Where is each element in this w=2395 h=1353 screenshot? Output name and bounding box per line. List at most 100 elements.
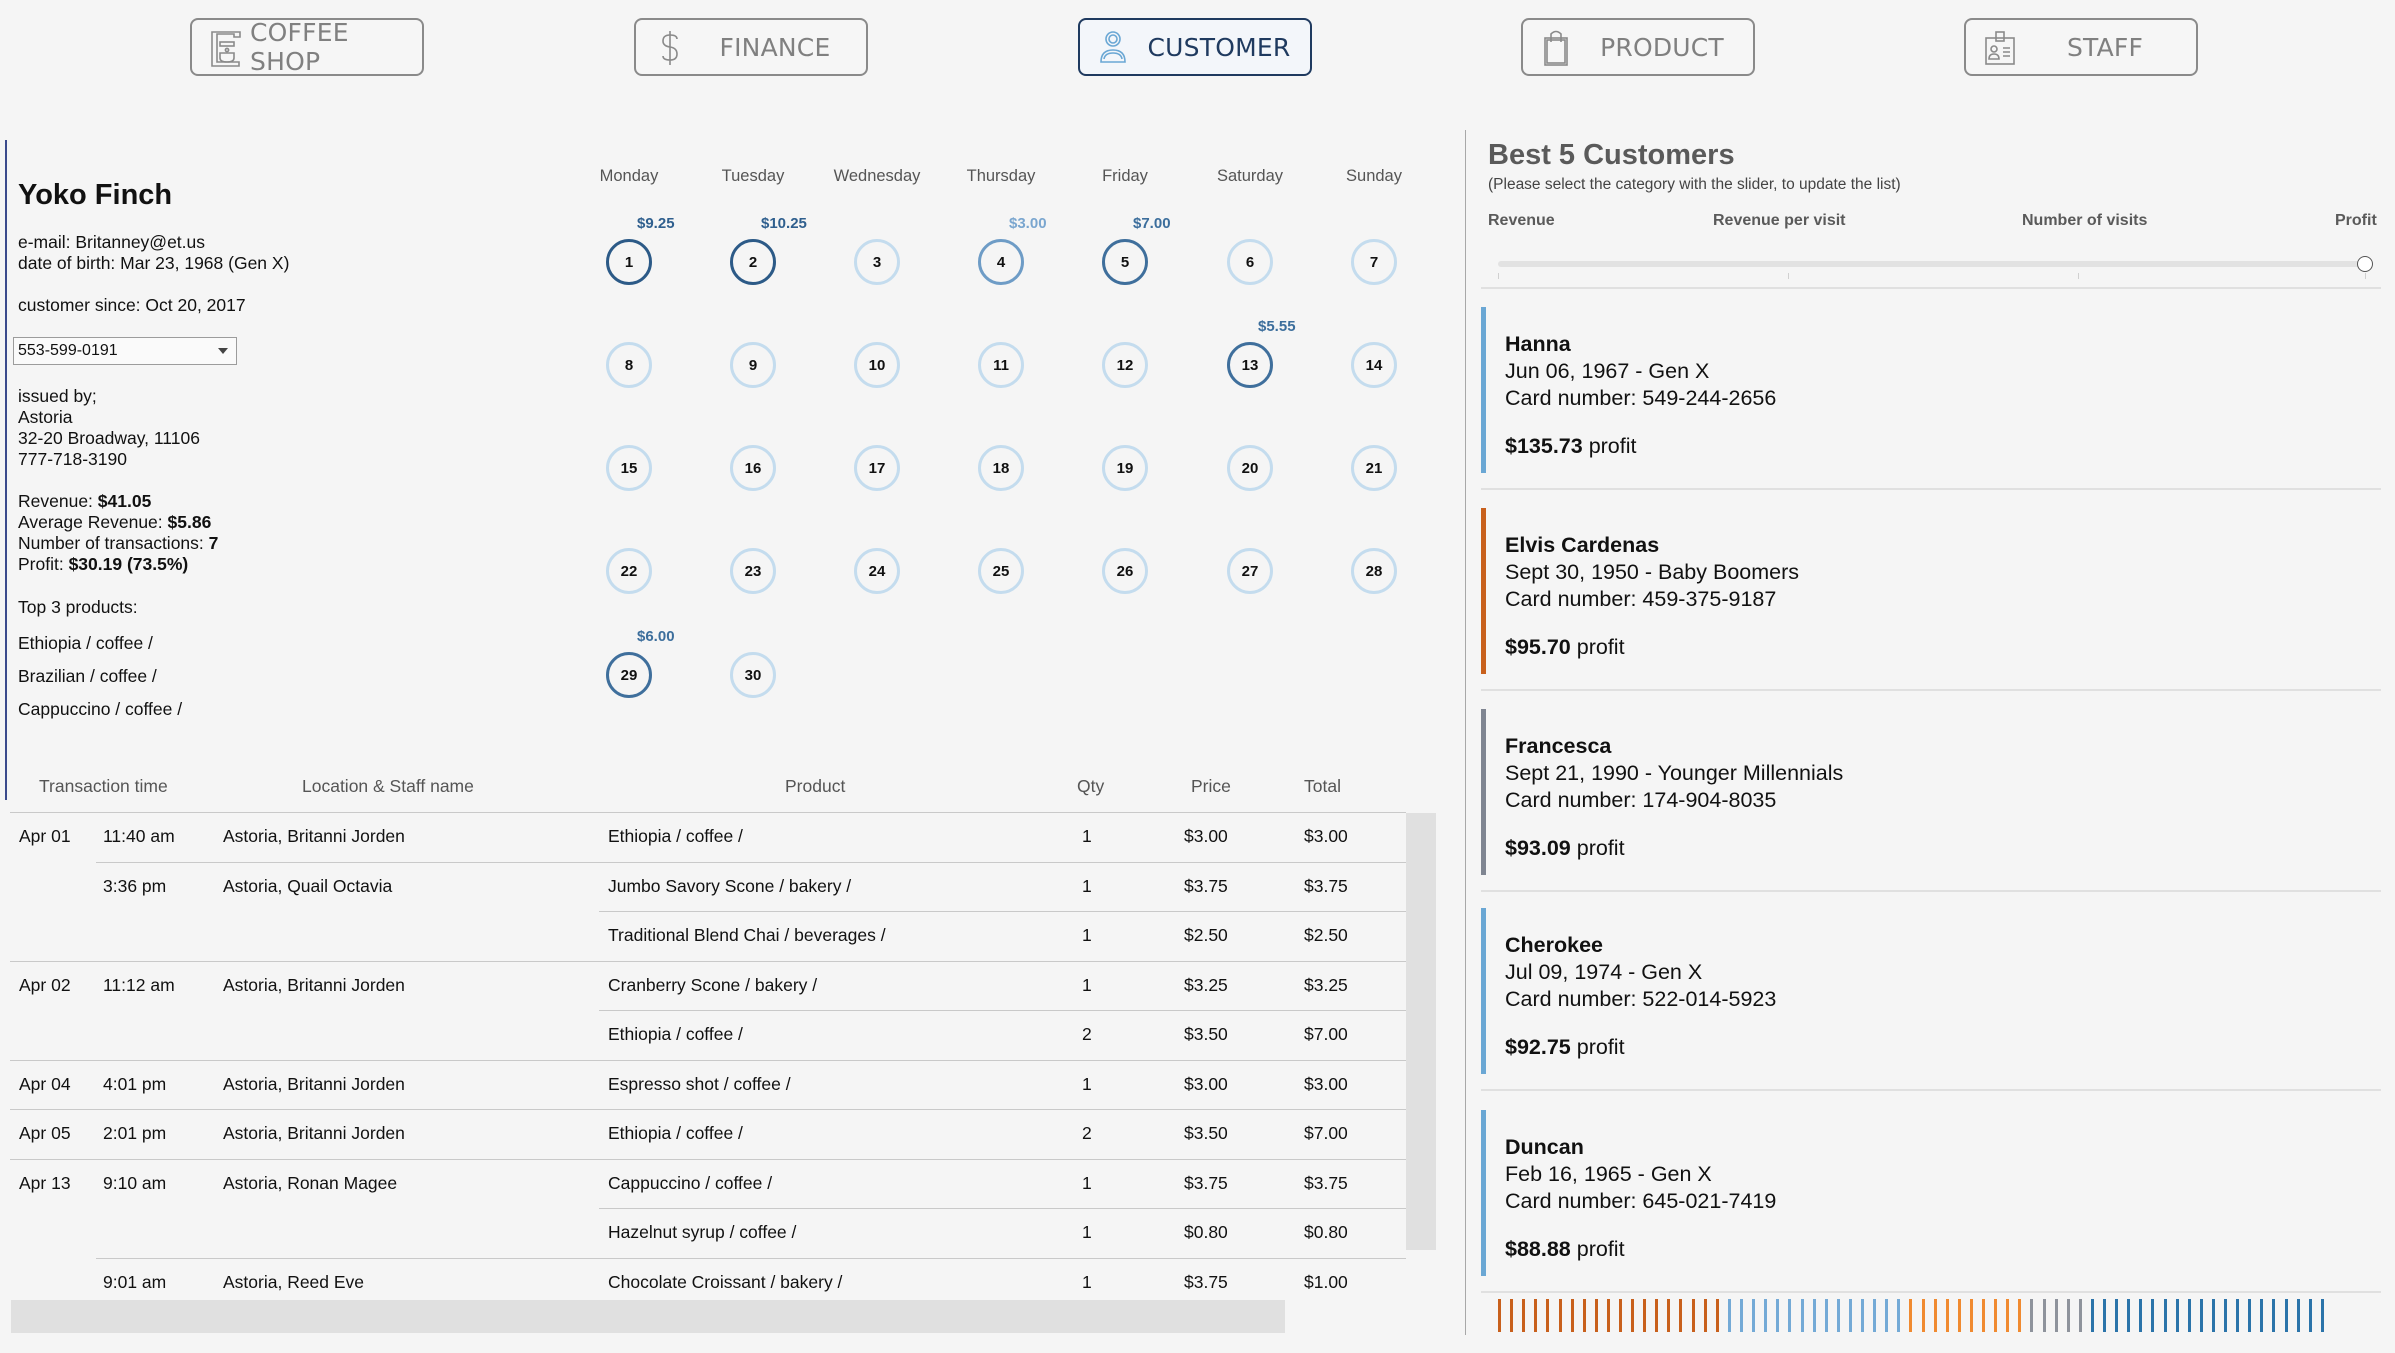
best-customer-card[interactable]: Duncan Feb 16, 1965 - Gen X Card number:…: [1481, 1110, 2381, 1276]
table-row[interactable]: Apr 01 11:40 am Astoria, Britanni Jorden Et…: [10, 813, 1406, 863]
card-number-dropdown[interactable]: 553-599-0191: [13, 337, 237, 365]
calendar-day[interactable]: 4: [978, 239, 1024, 285]
table-row[interactable]: Traditional Blend Chai / beverages / 1 $2.…: [10, 912, 1406, 962]
nav-label: PRODUCT: [1600, 32, 1724, 62]
generation-strip-bar: [1837, 1299, 1840, 1332]
table-vertical-scrollbar[interactable]: [1406, 813, 1436, 1250]
best-customer-profit: $88.88 profit: [1505, 1237, 1625, 1261]
calendar-day[interactable]: 27: [1227, 548, 1273, 594]
category-slider-track[interactable]: [1498, 261, 2368, 267]
slider-option-number-of-visits[interactable]: Number of visits: [2022, 212, 2147, 230]
calendar-day[interactable]: 19: [1102, 445, 1148, 491]
calendar-day[interactable]: 11: [978, 342, 1024, 388]
row-divider: [10, 1059, 1406, 1061]
best-customer-card[interactable]: Hanna Jun 06, 1967 - Gen X Card number: …: [1481, 307, 2381, 473]
nav-product-button[interactable]: PRODUCT: [1521, 18, 1755, 76]
best-customer-dob: Sept 21, 1990 - Younger Millennials: [1505, 761, 1844, 785]
cell-location: Astoria, Reed Eve: [223, 1271, 365, 1292]
generation-strip-bar: [1958, 1299, 1961, 1332]
top-products-label: Top 3 products:: [18, 597, 138, 617]
best-customer-card[interactable]: Cherokee Jul 09, 1974 - Gen X Card numbe…: [1481, 908, 2381, 1074]
calendar-day[interactable]: 26: [1102, 548, 1148, 594]
card-text: Francesca Sept 21, 1990 - Younger Millen…: [1505, 733, 1843, 862]
generation-strip-bar: [1607, 1299, 1610, 1332]
nav-customer-button[interactable]: CUSTOMER: [1078, 18, 1312, 76]
generation-strip-bar: [1982, 1299, 1985, 1332]
calendar-day[interactable]: 10: [854, 342, 900, 388]
cell-qty: 1: [1082, 925, 1092, 945]
generation-strip-bar: [2309, 1299, 2312, 1332]
cell-time: 9:01 am: [103, 1271, 167, 1292]
slider-option-revenue-per-visit[interactable]: Revenue per visit: [1713, 212, 1846, 230]
customer-dob: date of birth: Mar 23, 1968 (Gen X): [18, 253, 290, 273]
calendar-day[interactable]: 2: [730, 239, 776, 285]
calendar-day[interactable]: 29: [606, 652, 652, 698]
calendar-day[interactable]: 9: [730, 342, 776, 388]
calendar-day[interactable]: 14: [1351, 342, 1397, 388]
table-row[interactable]: Apr 02 11:12 am Astoria, Britanni Jorden Cr…: [10, 962, 1406, 1012]
category-slider-thumb[interactable]: [2357, 256, 2373, 272]
calendar-day[interactable]: 28: [1351, 548, 1397, 594]
separator: [1481, 488, 2381, 490]
table-row[interactable]: 3:36 pm Astoria, Quail Octavia Jumbo Savor…: [10, 863, 1406, 913]
table-row[interactable]: Apr 13 9:10 am Astoria, Ronan Magee Cappucc…: [10, 1160, 1406, 1210]
generation-strip-bar: [2006, 1299, 2009, 1332]
best-customer-name: Duncan: [1505, 1135, 1584, 1159]
cell-price: $3.50: [1184, 1024, 1228, 1044]
cell-product: Hazelnut syrup / coffee /: [608, 1222, 797, 1242]
calendar-day[interactable]: 17: [854, 445, 900, 491]
row-divider: [10, 1109, 1406, 1110]
nav-label: CUSTOMER: [1147, 32, 1291, 62]
table-row[interactable]: Ethiopia / coffee / 2 $3.50 $7.00: [10, 1011, 1406, 1061]
calendar-day[interactable]: 18: [978, 445, 1024, 491]
table-row[interactable]: Apr 05 2:01 pm Astoria, Britanni Jorden Eth…: [10, 1110, 1406, 1160]
generation-strip-bar: [1861, 1299, 1864, 1332]
best-customer-card[interactable]: Elvis Cardenas Sept 30, 1950 - Baby Boom…: [1481, 508, 2381, 674]
calendar-day[interactable]: 20: [1227, 445, 1273, 491]
calendar-day[interactable]: 22: [606, 548, 652, 594]
calendar-day[interactable]: 6: [1227, 239, 1273, 285]
calendar-day[interactable]: 30: [730, 652, 776, 698]
cell-total: $7.00: [1304, 1024, 1348, 1044]
cell-product: Ethiopia / coffee /: [608, 1024, 743, 1044]
table-row[interactable]: Apr 04 4:01 pm Astoria, Britanni Jorden Esp…: [10, 1061, 1406, 1111]
separator: [1481, 689, 2381, 691]
calendar-day[interactable]: 7: [1351, 239, 1397, 285]
generation-strip-bar: [1655, 1299, 1658, 1332]
calendar-day[interactable]: 21: [1351, 445, 1397, 491]
table-row[interactable]: 9:01 am Astoria, Reed Eve Chocolate Croiss…: [10, 1259, 1406, 1301]
calendar-day[interactable]: 16: [730, 445, 776, 491]
table-horizontal-scrollbar[interactable]: [11, 1300, 1285, 1333]
calendar-day[interactable]: 5: [1102, 239, 1148, 285]
calendar-day[interactable]: 12: [1102, 342, 1148, 388]
calendar-day[interactable]: 25: [978, 548, 1024, 594]
card-text: Hanna Jun 06, 1967 - Gen X Card number: …: [1505, 331, 1776, 460]
table-row[interactable]: Hazelnut syrup / coffee / 1 $0.80 $0.80: [10, 1209, 1406, 1259]
generation-strip-bar: [1679, 1299, 1682, 1332]
separator: [1481, 890, 2381, 892]
generation-strip-bar: [1692, 1299, 1695, 1332]
best-customers-subtitle: (Please select the category with the sli…: [1488, 176, 1901, 193]
slider-option-profit[interactable]: Profit: [2335, 212, 2377, 230]
nav-finance-button[interactable]: FINANCE: [634, 18, 868, 76]
calendar-day[interactable]: 24: [854, 548, 900, 594]
cell-product: Chocolate Croissant / bakery /: [608, 1271, 843, 1292]
calendar-day[interactable]: 15: [606, 445, 652, 491]
customer-name: Yoko Finch: [18, 179, 173, 211]
generation-strip-bar: [1934, 1299, 1937, 1332]
calendar-day[interactable]: 23: [730, 548, 776, 594]
slider-option-revenue[interactable]: Revenue: [1488, 212, 1555, 230]
best-customer-profit: $92.75 profit: [1505, 1035, 1625, 1059]
calendar-day[interactable]: 8: [606, 342, 652, 388]
nav-staff-button[interactable]: STAFF: [1964, 18, 2198, 76]
stat-average-revenue: Average Revenue: $5.86: [18, 512, 212, 532]
cell-price: $2.50: [1184, 925, 1228, 945]
calendar-day[interactable]: 3: [854, 239, 900, 285]
cell-qty: 1: [1082, 1222, 1092, 1242]
calendar-day[interactable]: 1: [606, 239, 652, 285]
nav-coffee-shop-button[interactable]: COFFEE SHOP: [190, 18, 424, 76]
calendar-day[interactable]: 13: [1227, 342, 1273, 388]
best-customer-card[interactable]: Francesca Sept 21, 1990 - Younger Millen…: [1481, 709, 2381, 875]
stat-profit: Profit: $30.19 (73.5%): [18, 554, 189, 574]
day-amount-label: $5.55: [1258, 318, 1296, 335]
